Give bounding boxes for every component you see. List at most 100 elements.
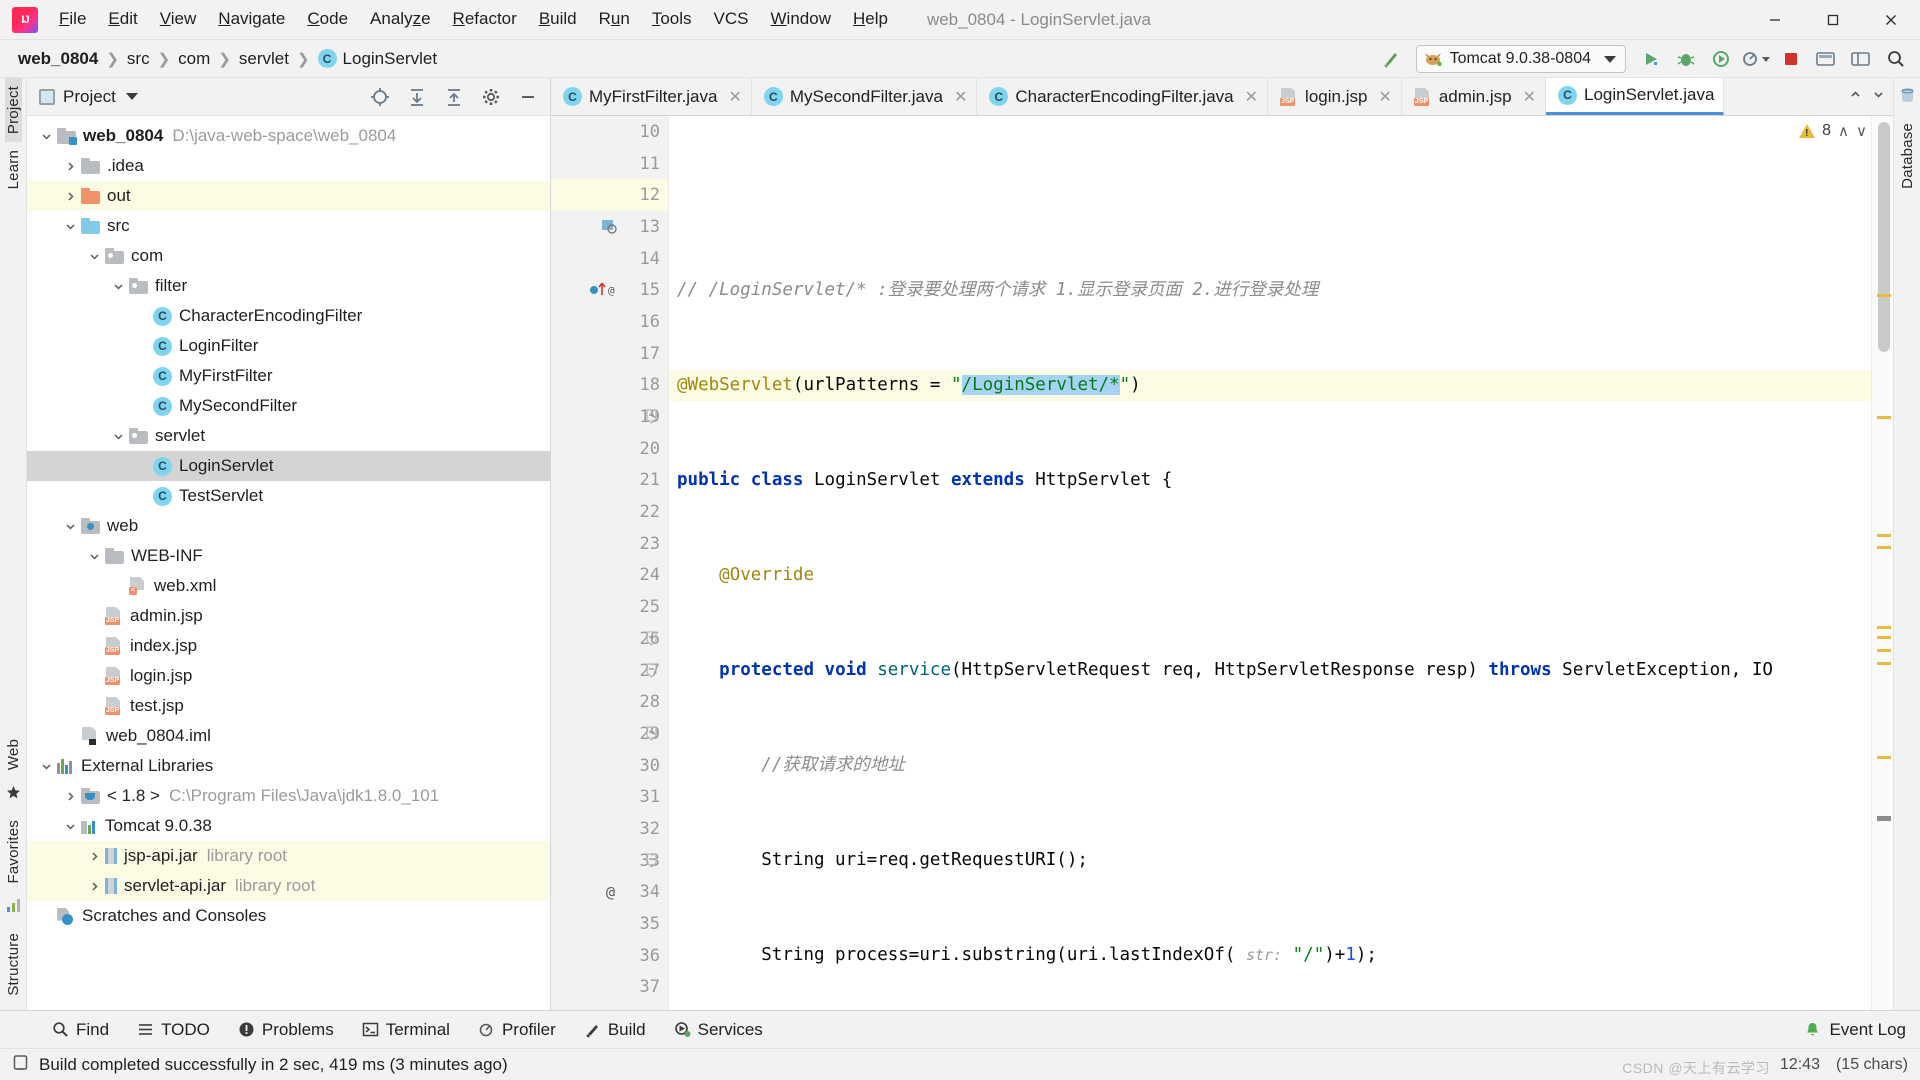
gutter-line-31[interactable]: 31 (551, 781, 668, 813)
gutter-line-37[interactable]: 37 (551, 972, 668, 1004)
tree-node-servlet-api-jar[interactable]: servlet-api.jar library root (27, 871, 550, 901)
run-icon[interactable] (1634, 44, 1667, 74)
code-line-11[interactable]: // /LoginServlet/* :登录要处理两个请求 1.显示登录页面 2… (677, 275, 1871, 307)
minimize-button[interactable] (1746, 0, 1804, 40)
tree-node-myfirstfilter[interactable]: C MyFirstFilter (27, 361, 550, 391)
tree-node-1-8[interactable]: < 1.8 > C:\Program Files\Java\jdk1.8.0_10… (27, 781, 550, 811)
code-line-18[interactable]: String process=uri.substring(uri.lastInd… (677, 940, 1871, 972)
code-fold-icon[interactable] (645, 663, 658, 683)
tree-node-loginfilter[interactable]: C LoginFilter (27, 331, 550, 361)
gutter-line-15[interactable]: 15 @ (551, 274, 668, 306)
editor-tab-characterencodingfilter-java[interactable]: C CharacterEncodingFilter.java ✕ (977, 78, 1269, 115)
expand-all-icon[interactable] (400, 82, 433, 112)
chevron-down-icon[interactable] (59, 521, 81, 532)
code-content[interactable]: // /LoginServlet/* :登录要处理两个请求 1.显示登录页面 2… (669, 116, 1871, 1010)
gear-icon[interactable] (474, 82, 507, 112)
tree-node-web-xml[interactable]: < web.xml (27, 571, 550, 601)
chevron-right-icon[interactable] (59, 191, 81, 202)
menu-help[interactable]: Help (842, 5, 899, 33)
menu-window[interactable]: Window (760, 5, 842, 33)
tree-node-index-jsp[interactable]: JSP index.jsp (27, 631, 550, 661)
code-line-13[interactable]: public class LoginServlet extends HttpSe… (677, 465, 1871, 497)
menu-view[interactable]: View (149, 5, 208, 33)
close-tab-icon[interactable]: ✕ (728, 87, 741, 107)
menu-edit[interactable]: Edit (97, 5, 148, 33)
tree-node-filter[interactable]: filter (27, 271, 550, 301)
tree-node-loginservlet[interactable]: C LoginServlet (27, 451, 550, 481)
chevron-right-icon[interactable] (83, 851, 105, 862)
close-tab-icon[interactable]: ✕ (1245, 87, 1258, 107)
menu-file[interactable]: File (48, 5, 97, 33)
code-line-17[interactable]: String uri=req.getRequestURI(); (677, 845, 1871, 877)
gutter-line-12[interactable]: 12 (551, 179, 668, 212)
gutter-line-24[interactable]: 24 (551, 560, 668, 592)
chevron-down-icon[interactable] (1604, 55, 1616, 63)
chevron-right-icon[interactable] (83, 881, 105, 892)
structure-icon[interactable] (6, 898, 21, 918)
run-with-coverage-icon[interactable] (1704, 44, 1737, 74)
tree-node-com[interactable]: com (27, 241, 550, 271)
strip-button-structure[interactable]: Structure (5, 925, 22, 1004)
tool-window-services[interactable]: Services (660, 1017, 777, 1043)
editor-tab-mysecondfilter-java[interactable]: C MySecondFilter.java ✕ (751, 78, 978, 115)
tool-window-find[interactable]: Find (38, 1017, 123, 1043)
code-line-16[interactable]: //获取请求的地址 (677, 750, 1871, 782)
favorites-star-icon[interactable] (6, 785, 21, 805)
close-button[interactable] (1862, 0, 1920, 40)
menu-code[interactable]: Code (296, 5, 359, 33)
gutter-line-18[interactable]: 18 (551, 370, 668, 402)
tree-node-web-inf[interactable]: WEB-INF (27, 541, 550, 571)
breadcrumb-item-file[interactable]: C LoginServlet (314, 47, 442, 71)
editor-gutter[interactable]: 10 11 12 13 14 15 @16 17 18 19 20 21 22 23 24 25 26 27 28 2… (551, 116, 669, 1010)
gutter-line-35[interactable]: 35 (551, 908, 668, 940)
breadcrumb-item-src[interactable]: src (123, 47, 154, 71)
breadcrumb-item-servlet[interactable]: servlet (235, 47, 293, 71)
chevron-right-icon[interactable] (59, 161, 81, 172)
chevron-down-icon[interactable] (107, 431, 129, 442)
build-icon[interactable] (1375, 44, 1408, 74)
strip-button-favorites[interactable]: Favorites (5, 812, 22, 892)
gutter-line-33[interactable]: 33 (551, 845, 668, 877)
chevron-down-icon[interactable] (107, 281, 129, 292)
gutter-line-36[interactable]: 36 (551, 940, 668, 972)
editor-tab-admin-jsp[interactable]: JSP admin.jsp ✕ (1401, 78, 1546, 115)
tool-window-problems[interactable]: Problems (224, 1017, 348, 1043)
code-fold-icon[interactable] (645, 853, 658, 873)
prev-highlight-icon[interactable]: ∧ (1838, 122, 1849, 140)
tool-window-build[interactable]: Build (570, 1017, 660, 1043)
tool-window-profiler[interactable]: Profiler (464, 1017, 570, 1043)
gutter-line-21[interactable]: 21 (551, 465, 668, 497)
database-icon[interactable] (1900, 88, 1915, 108)
editor-tab-loginservlet-java[interactable]: C LoginServlet.java (1546, 78, 1725, 115)
tree-node-external-libraries[interactable]: External Libraries (27, 751, 550, 781)
gutter-line-28[interactable]: 28 (551, 686, 668, 718)
strip-button-project[interactable]: Project (4, 78, 22, 143)
close-tab-icon[interactable]: ✕ (1378, 87, 1391, 107)
annotation-marker-icon[interactable]: @ (606, 883, 615, 901)
profile-icon[interactable] (1739, 44, 1772, 74)
gutter-line-11[interactable]: 11 (551, 148, 668, 180)
chevron-down-icon[interactable] (59, 221, 81, 232)
gutter-line-34[interactable]: 34 @ (551, 877, 668, 909)
hide-panel-icon[interactable] (511, 82, 544, 112)
tree-node-mysecondfilter[interactable]: C MySecondFilter (27, 391, 550, 421)
menu-run[interactable]: Run (588, 5, 641, 33)
chevron-down-icon[interactable] (35, 131, 57, 142)
editor-tab-myfirstfilter-java[interactable]: C MyFirstFilter.java ✕ (551, 78, 752, 115)
strip-button-database[interactable]: Database (1899, 115, 1916, 197)
code-line-12[interactable]: @WebServlet(urlPatterns = "/LoginServlet… (669, 369, 1871, 402)
breadcrumb-item-project[interactable]: web_0804 (14, 47, 102, 71)
tree-node-login-jsp[interactable]: JSP login.jsp (27, 661, 550, 691)
tree-node-src[interactable]: src (27, 211, 550, 241)
layout-icon[interactable] (1844, 44, 1877, 74)
gutter-line-25[interactable]: 25 (551, 591, 668, 623)
chevron-right-icon[interactable] (59, 791, 81, 802)
gutter-line-30[interactable]: 30 (551, 750, 668, 782)
tree-node-web[interactable]: web (27, 511, 550, 541)
code-fold-icon[interactable] (645, 631, 658, 651)
scroll-tabs-left-icon[interactable] (1849, 88, 1862, 106)
tree-node-test-jsp[interactable]: JSP test.jsp (27, 691, 550, 721)
run-configuration-selector[interactable]: Tomcat 9.0.38-0804 (1415, 45, 1626, 73)
chevron-down-icon[interactable] (83, 251, 105, 262)
code-line-14[interactable]: @Override (677, 560, 1871, 592)
